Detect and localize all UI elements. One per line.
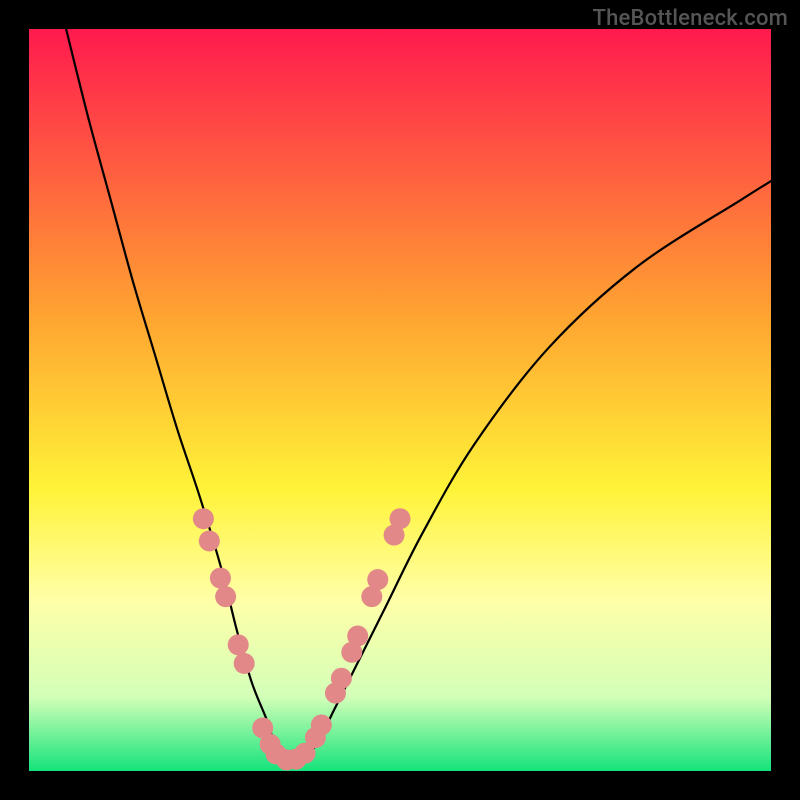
data-marker: [390, 508, 411, 529]
heatmap-background: [29, 29, 771, 771]
data-marker: [199, 530, 220, 551]
data-marker: [228, 634, 249, 655]
chart-frame: TheBottleneck.com: [0, 0, 800, 800]
data-marker: [311, 715, 332, 736]
data-marker: [234, 653, 255, 674]
bottleneck-chart: [29, 29, 771, 771]
watermark-text: TheBottleneck.com: [593, 6, 788, 31]
data-marker: [193, 508, 214, 529]
data-marker: [347, 625, 368, 646]
data-marker: [367, 569, 388, 590]
data-marker: [215, 586, 236, 607]
data-marker: [331, 668, 352, 689]
chart-svg: [29, 29, 771, 771]
data-marker: [210, 568, 231, 589]
